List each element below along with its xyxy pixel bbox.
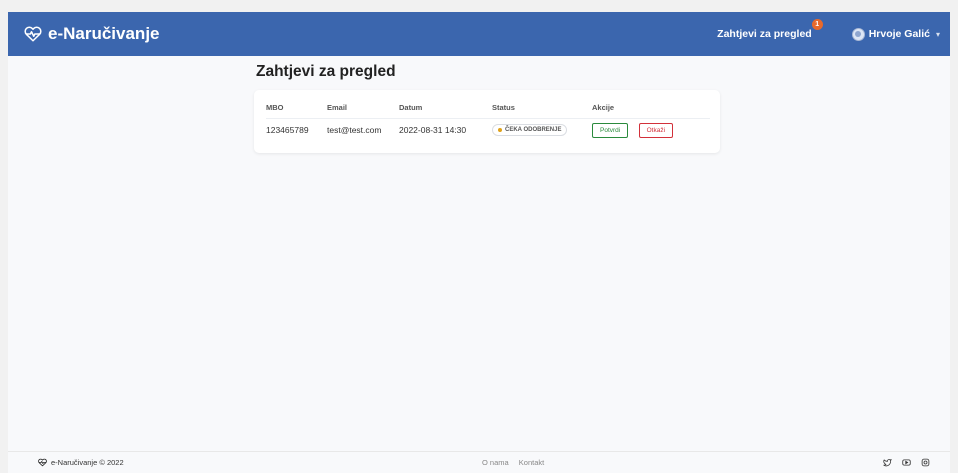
footer-brand: e-Naručivanje © 2022 [38, 458, 124, 467]
heart-pulse-icon [24, 26, 42, 42]
requests-table-card: MBO Email Datum Status Akcije 123465789 … [254, 90, 720, 153]
brand-link[interactable]: e-Naručivanje [24, 24, 160, 44]
header-datum: Datum [399, 98, 492, 119]
cell-mbo: 123465789 [266, 125, 309, 136]
social-links [873, 458, 930, 467]
cell-actions: Potvrdi Otkaži [592, 118, 710, 142]
top-navbar: e-Naručivanje Zahtjevi za pregled 1 Hrvo… [8, 12, 950, 56]
requests-nav-label: Zahtjevi za pregled [717, 28, 812, 40]
status-badge: ČEKA ODOBRENJE [492, 124, 568, 137]
requests-table: MBO Email Datum Status Akcije 123465789 … [266, 98, 710, 142]
instagram-icon[interactable] [921, 458, 930, 467]
window-frame-left [0, 0, 8, 473]
footer-links: O nama Kontakt [482, 458, 552, 467]
header-akcije: Akcije [592, 98, 710, 119]
youtube-icon[interactable] [902, 458, 911, 467]
requests-nav-link[interactable]: Zahtjevi za pregled 1 [717, 19, 823, 40]
header-mbo: MBO [266, 98, 327, 119]
brand-name: e-Naručivanje [48, 24, 160, 43]
footer-link-about[interactable]: O nama [482, 458, 509, 467]
status-label: ČEKA ODOBRENJE [505, 127, 562, 134]
user-name: Hrvoje Galić [868, 28, 930, 40]
status-dot-icon [498, 128, 502, 133]
window-frame-right [950, 0, 958, 473]
footer-link-contact[interactable]: Kontakt [519, 458, 544, 467]
page-footer: e-Naručivanje © 2022 O nama Kontakt [8, 451, 950, 473]
cell-datum: 2022-08-31 14:30 [399, 125, 467, 136]
cancel-button[interactable]: Otkaži [638, 122, 674, 138]
chevron-down-icon: ▾ [935, 29, 940, 39]
user-menu[interactable]: Hrvoje Galić ▾ [851, 27, 940, 41]
cell-status: ČEKA ODOBRENJE [492, 118, 592, 142]
confirm-button[interactable]: Potvrdi [592, 122, 629, 138]
table-row: 123465789 test@test.com 2022-08-31 14:30… [266, 118, 710, 142]
table-header-row: MBO Email Datum Status Akcije [266, 98, 710, 119]
window-frame-top [0, 0, 958, 12]
cell-email: test@test.com [327, 125, 382, 136]
header-email: Email [327, 98, 399, 119]
avatar [851, 27, 865, 41]
notification-badge: 1 [811, 19, 823, 30]
twitter-icon[interactable] [883, 458, 892, 467]
footer-copyright: e-Naručivanje © 2022 [51, 458, 124, 467]
header-status: Status [492, 98, 592, 119]
heart-pulse-icon [38, 458, 47, 467]
page-title: Zahtjevi za pregled [256, 63, 396, 80]
